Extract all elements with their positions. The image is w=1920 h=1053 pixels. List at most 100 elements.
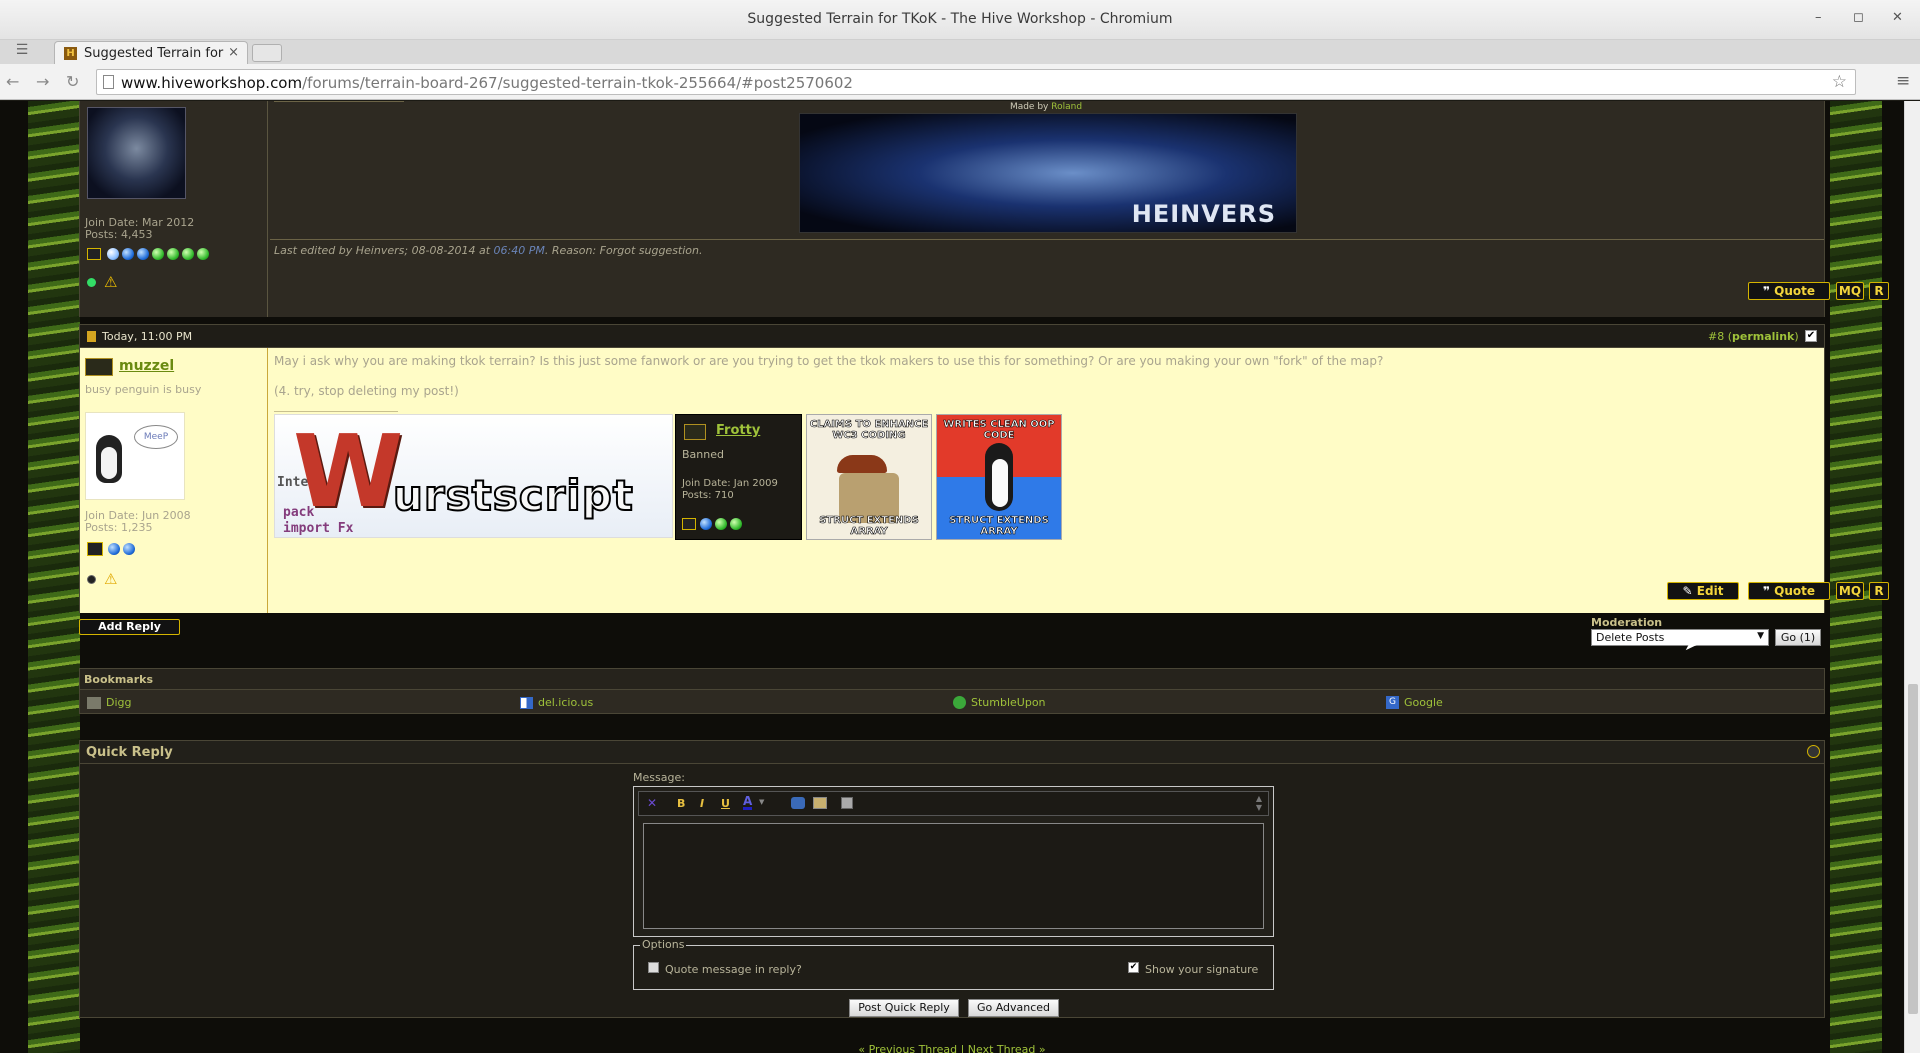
back-icon[interactable]: ← <box>6 72 19 91</box>
message-textarea[interactable] <box>643 823 1264 929</box>
quick-reply-panel: Message: ✕ B I U A ▼ ▲ ▼ Options Quote me… <box>79 764 1825 1018</box>
frotty-posts: Posts: 710 <box>682 490 734 501</box>
reload-icon[interactable]: ↻ <box>66 72 79 91</box>
add-reply-button[interactable]: Add Reply <box>79 619 180 635</box>
resize-editor-icon[interactable]: ▲ ▼ <box>1256 794 1262 812</box>
post-count: Posts: 1,235 <box>85 521 153 534</box>
post-number-link[interactable]: 8 <box>1717 330 1724 343</box>
moderation-select[interactable]: Delete Posts ▼ <box>1591 629 1769 646</box>
text-color-icon[interactable]: A <box>743 795 753 810</box>
rank-icon <box>87 541 103 556</box>
edit-button[interactable]: ✎ Edit <box>1667 582 1739 600</box>
show-signature-checkbox[interactable]: ✔ <box>1128 962 1139 973</box>
quote-button[interactable]: ❞ Quote <box>1748 282 1830 300</box>
new-tab-button[interactable] <box>252 44 282 62</box>
scumbag-meme-image[interactable]: CLAIMS TO ENHANCE WC3 CODING STRUCT EXTE… <box>806 414 932 540</box>
page-icon <box>103 75 114 89</box>
minimize-icon[interactable]: – <box>1815 10 1822 25</box>
reply-button[interactable]: R <box>1869 282 1889 300</box>
bookmark-star-icon[interactable]: ☆ <box>1832 72 1847 92</box>
frotty-userbar[interactable]: Frotty Banned Join Date: Jan 2009 Posts:… <box>675 414 802 540</box>
browser-tab[interactable]: H Suggested Terrain for × <box>54 41 248 64</box>
rep-orb-icon <box>700 517 712 530</box>
digg-icon <box>87 696 101 709</box>
maximize-icon[interactable]: ◻ <box>1853 10 1864 25</box>
scrollbar-thumb[interactable] <box>1908 684 1918 1014</box>
bookmark-digg[interactable]: Digg <box>87 695 132 709</box>
reputation-orbs <box>87 541 138 556</box>
bookmark-stumbleupon[interactable]: StumbleUpon <box>953 695 1046 709</box>
window-title: Suggested Terrain for TKoK - The Hive Wo… <box>747 11 1173 27</box>
go-advanced-button[interactable]: Go Advanced <box>968 999 1059 1017</box>
wurstscript-banner[interactable]: Inte pack import Fx W urstscript <box>274 414 673 538</box>
signature-divider <box>274 411 398 412</box>
italic-icon[interactable]: I <box>700 797 704 810</box>
quote-message-checkbox[interactable] <box>648 962 659 973</box>
made-by-link[interactable]: Roland <box>1051 102 1082 112</box>
page-scrollbar[interactable] <box>1904 101 1920 1053</box>
bookmark-delicious[interactable]: del.icio.us <box>520 695 593 709</box>
previous-thread-link[interactable]: Previous Thread <box>869 1043 957 1053</box>
multi-quote-button[interactable]: MQ <box>1836 282 1864 300</box>
muzzel-avatar[interactable]: MeeP <box>85 412 185 500</box>
bold-icon[interactable]: B <box>677 797 685 810</box>
heinvers-signature-banner: HEINVERS <box>799 113 1297 233</box>
bookmark-google[interactable]: G Google <box>1386 695 1443 709</box>
right-vine-border <box>1830 101 1882 1053</box>
online-status-icon <box>87 277 96 287</box>
last-edited-note: Last edited by Heinvers; 08-08-2014 at 0… <box>274 244 703 257</box>
thread-navigation: « Previous Thread | Next Thread » <box>79 1043 1825 1053</box>
collapse-icon[interactable] <box>1807 745 1820 758</box>
url-text[interactable]: www.hiveworkshop.com/forums/terrain-boar… <box>121 74 853 92</box>
meme2-bottom-text: STRUCT EXTENDS ARRAY <box>949 515 1049 538</box>
forward-icon[interactable]: → <box>36 72 49 91</box>
rep-orb-icon <box>167 247 179 260</box>
permalink-link[interactable]: permalink <box>1732 330 1794 343</box>
remove-format-icon[interactable]: ✕ <box>647 796 657 810</box>
color-dropdown-icon[interactable]: ▼ <box>759 798 764 806</box>
quote-message-label: Quote message in reply? <box>665 963 802 976</box>
edited-time: 06:40 PM <box>493 244 545 257</box>
select-post-checkbox[interactable]: ✔ <box>1805 330 1817 342</box>
user-status-icons: ⚠ <box>87 273 117 291</box>
warning-icon[interactable]: ⚠ <box>104 570 117 588</box>
close-icon[interactable]: ✕ <box>1892 10 1903 25</box>
rep-orb-icon <box>197 247 209 260</box>
show-signature-label: Show your signature <box>1145 963 1259 976</box>
insert-link-icon[interactable] <box>791 797 805 809</box>
moderation-go-button[interactable]: Go (1) <box>1775 629 1821 646</box>
browser-tab-menu-icon[interactable]: ☰ <box>6 42 38 62</box>
options-fieldset: Options Quote message in reply? ✔ Show y… <box>633 938 1274 990</box>
meme1-top-text: CLAIMS TO ENHANCE WC3 CODING <box>809 419 929 442</box>
next-thread-link[interactable]: Next Thread <box>968 1043 1036 1053</box>
insert-image-icon[interactable] <box>813 797 827 809</box>
chrome-menu-icon[interactable]: ≡ <box>1896 71 1910 91</box>
stumbleupon-icon <box>953 696 966 709</box>
quote-button[interactable]: ❞ Quote <box>1748 582 1830 600</box>
post-quick-reply-button[interactable]: Post Quick Reply <box>849 999 959 1017</box>
post-7-body: Made by Roland HEINVERS Last edited by H… <box>268 101 1889 317</box>
post-7-userinfo: Join Date: Mar 2012 Posts: 4,453 ⚠ <box>80 101 268 317</box>
url-domain: www.hiveworkshop.com <box>121 74 303 92</box>
edit-divider <box>270 239 1824 240</box>
heinvers-avatar[interactable] <box>87 107 186 199</box>
penguin-meme-image[interactable]: WRITES CLEAN OOP CODE STRUCT EXTENDS ARR… <box>936 414 1062 540</box>
post-count: Posts: 4,453 <box>85 228 153 241</box>
post-7: Join Date: Mar 2012 Posts: 4,453 ⚠ Made … <box>79 101 1889 317</box>
insert-quote-icon[interactable] <box>841 797 853 809</box>
warning-icon[interactable]: ⚠ <box>104 273 117 291</box>
reply-button[interactable]: R <box>1869 582 1889 600</box>
underline-icon[interactable]: U <box>721 797 730 810</box>
meme1-bottom-text: STRUCT EXTENDS ARRAY <box>819 515 919 538</box>
reputation-orbs <box>87 246 212 260</box>
quick-reply-title: Quick Reply <box>86 745 173 760</box>
tab-close-icon[interactable]: × <box>228 45 239 60</box>
username-link[interactable]: muzzel <box>119 358 174 374</box>
multi-quote-button[interactable]: MQ <box>1836 582 1864 600</box>
bookmarks-list: Digg del.icio.us StumbleUpon G Google <box>79 690 1825 714</box>
message-label: Message: <box>633 771 685 784</box>
post-message-line-2: (4. try, stop deleting my post!) <box>274 384 459 398</box>
frotty-join-date: Join Date: Jan 2009 <box>682 478 778 489</box>
address-bar[interactable]: www.hiveworkshop.com/forums/terrain-boar… <box>96 69 1856 95</box>
bookmarks-header: Bookmarks <box>79 668 1825 690</box>
